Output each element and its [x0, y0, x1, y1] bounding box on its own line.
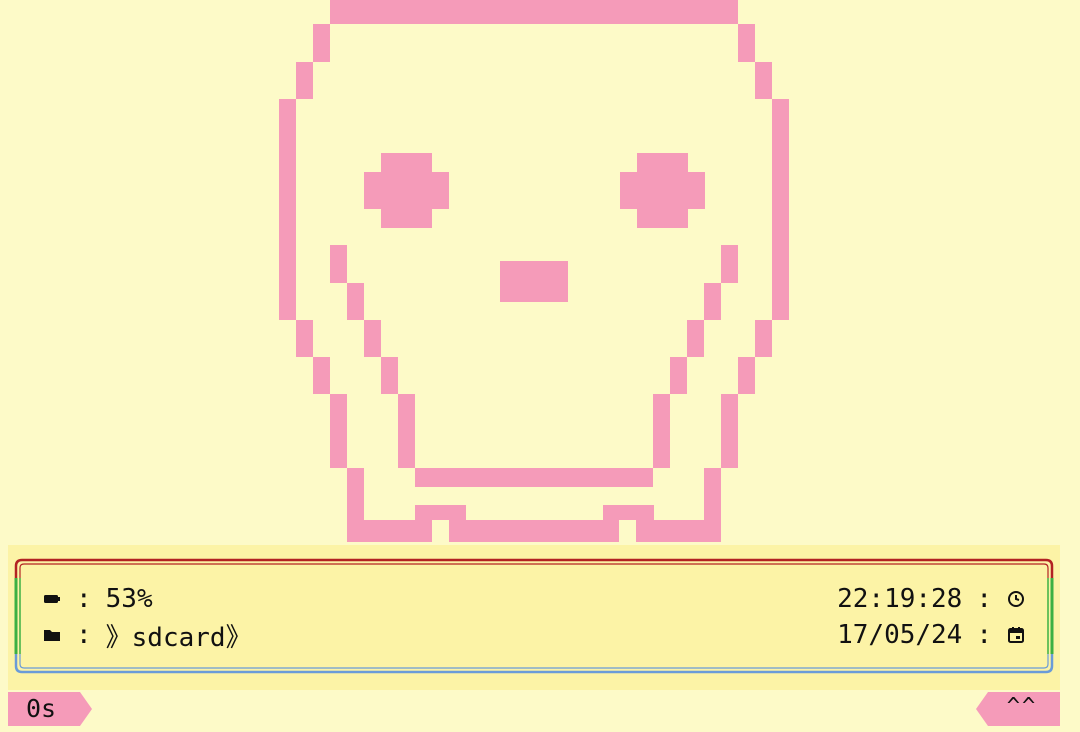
skull-pixel-block [415, 505, 466, 520]
skull-pixel-block [364, 172, 449, 209]
skull-pixel-block [670, 357, 687, 394]
skull-pixel-block [296, 320, 313, 357]
status-panel: : 53% : 》sdcard》 22:19:28 : 17/05/24 : [8, 545, 1060, 690]
time-value: 22:19:28 [837, 584, 963, 614]
clock-row: 22:19:28 : [837, 582, 1026, 616]
skull-pixel-block [738, 357, 755, 394]
skull-pixel-block [738, 24, 755, 62]
skull-pixel-block [279, 99, 296, 320]
skull-pixel-block [330, 245, 347, 283]
skull-pixel-block [313, 357, 330, 394]
skull-pixel-block [772, 99, 789, 320]
skull-pixel-block [755, 62, 772, 99]
skull-pixel-block [415, 468, 653, 487]
battery-row: : 53% [42, 582, 153, 616]
date-row: 17/05/24 : [837, 618, 1026, 652]
skull-pixel-block [449, 520, 619, 542]
calendar-icon [1006, 625, 1026, 645]
skull-pixel-block [330, 394, 347, 468]
pixel-skull-art [279, 0, 789, 542]
prompt-duration-label: 0s [26, 694, 57, 723]
skull-pixel-block [398, 394, 415, 468]
skull-pixel-block [603, 505, 654, 520]
skull-pixel-block [653, 394, 670, 468]
prompt-duration-badge: 0s [8, 692, 92, 726]
folder-row[interactable]: : 》sdcard》 [42, 617, 252, 654]
clock-icon [1006, 589, 1026, 609]
skull-pixel-block [381, 357, 398, 394]
skull-pixel-block [721, 394, 738, 468]
battery-separator: : [76, 584, 92, 614]
skull-pixel-block [330, 0, 738, 24]
skull-pixel-block [296, 62, 313, 99]
time-separator: : [976, 584, 992, 614]
folder-icon [42, 625, 62, 645]
skull-pixel-block [687, 320, 704, 357]
scroll-up-label: ^^ [1006, 694, 1038, 719]
skull-pixel-block [500, 261, 568, 302]
skull-pixel-block [364, 320, 381, 357]
battery-icon [42, 589, 62, 609]
scroll-up-button[interactable]: ^^ [976, 692, 1060, 726]
skull-pixel-block [347, 468, 364, 520]
date-value: 17/05/24 [837, 620, 963, 650]
folder-separator: : [76, 620, 92, 650]
skull-pixel-block [313, 24, 330, 62]
skull-pixel-block [636, 520, 721, 542]
skull-pixel-block [755, 320, 772, 357]
battery-percent: 53% [105, 584, 153, 614]
skull-pixel-block [704, 283, 721, 320]
date-separator: : [976, 620, 992, 650]
skull-pixel-block [620, 172, 705, 209]
skull-pixel-block [347, 520, 432, 542]
skull-pixel-block [721, 245, 738, 283]
skull-pixel-block [704, 468, 721, 520]
folder-path[interactable]: 》sdcard》 [106, 617, 252, 654]
skull-pixel-block [347, 283, 364, 320]
